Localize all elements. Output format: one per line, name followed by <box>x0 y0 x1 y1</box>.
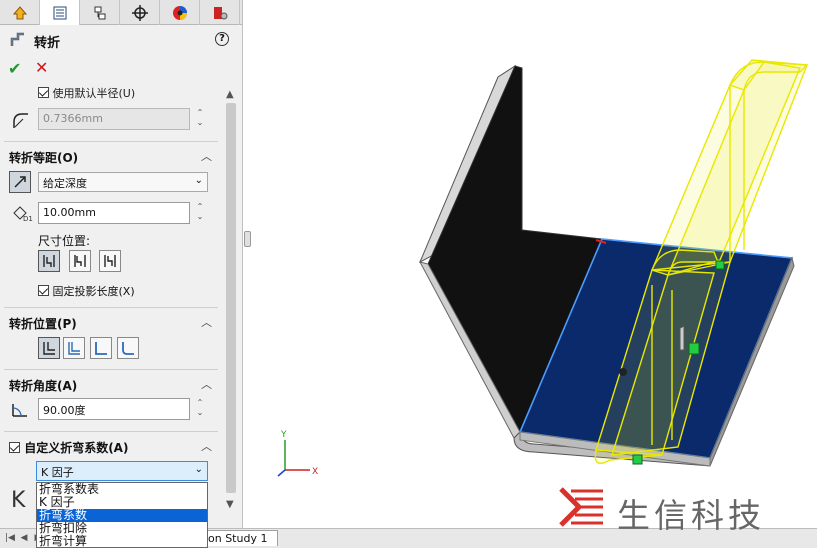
origin-point-icon <box>619 368 627 376</box>
custom-bend-allowance-checkbox[interactable] <box>9 442 20 453</box>
property-manager: 转折 ? ✔ ✕ ▲ ▼ 使用默认半径(U) 0.7366mm ⌃ ⌄ 转折等距(… <box>0 0 243 548</box>
reverse-direction-icon <box>14 176 26 188</box>
dim-inside-icon <box>74 255 86 267</box>
fix-projected-length-label: 固定投影长度(X) <box>52 285 135 298</box>
feature-manager-icon <box>12 5 27 19</box>
display-manager-icon <box>172 5 187 20</box>
panel-header: 转折 ? ✔ ✕ <box>0 25 242 83</box>
distance-spinner[interactable]: ⌃ ⌄ <box>194 202 206 224</box>
cancel-button[interactable]: ✕ <box>35 58 48 77</box>
collapse-chevron-icon[interactable]: ︿ <box>201 376 212 392</box>
svg-text:D1: D1 <box>23 215 33 223</box>
bend-centerline-icon <box>43 342 55 355</box>
dim-outside-offset-button[interactable] <box>38 250 60 272</box>
chevron-down-icon: ⌄ <box>194 175 203 186</box>
direction-arrow-icon[interactable] <box>679 325 685 351</box>
divider <box>4 431 218 432</box>
use-default-radius-checkbox[interactable] <box>38 87 49 98</box>
material-outside-icon <box>95 342 107 355</box>
jog-angle-icon <box>12 404 27 417</box>
k-factor-symbol: K <box>11 488 26 513</box>
bend-allowance-type-value: K 因子 <box>41 466 74 479</box>
jog-angle-section-title[interactable]: 转折角度(A) <box>9 377 77 394</box>
jog-offset-section-title[interactable]: 转折等距(O) <box>9 149 78 166</box>
bend-radius-icon <box>13 113 28 128</box>
tab-configuration-manager[interactable] <box>80 0 120 25</box>
scroll-thumb[interactable] <box>226 103 236 493</box>
tab-appearance[interactable] <box>200 0 240 25</box>
jog-feature-icon <box>10 32 24 46</box>
dim-outside-icon <box>43 255 55 267</box>
bend-radius-field[interactable]: 0.7366mm <box>38 108 190 130</box>
configuration-manager-icon <box>94 6 105 19</box>
drag-handle-icon[interactable] <box>688 342 700 355</box>
end-condition-value: 给定深度 <box>43 177 87 190</box>
appearance-icon <box>213 6 227 19</box>
material-outside-button[interactable] <box>90 337 112 359</box>
tab-display-manager[interactable] <box>160 0 200 25</box>
graphics-area[interactable]: Y X <box>252 0 817 548</box>
collapse-chevron-icon[interactable]: ︿ <box>201 438 212 454</box>
manager-tabs <box>0 0 242 26</box>
watermark: 生信科技 <box>557 483 817 535</box>
panel-title: 转折 <box>34 36 61 51</box>
reverse-direction-button[interactable] <box>9 171 31 193</box>
divider <box>4 307 218 308</box>
panel-scrollbar[interactable]: ▲ ▼ <box>223 83 239 513</box>
first-tab-icon[interactable]: |◀ <box>4 531 16 545</box>
jog-angle-field[interactable]: 90.00度 <box>38 398 190 420</box>
splitter-grip-icon[interactable] <box>244 231 251 247</box>
scroll-down-icon[interactable]: ▼ <box>226 499 234 510</box>
bend-allowance-type-select[interactable]: K 因子 ⌄ <box>36 461 208 481</box>
collapse-chevron-icon[interactable]: ︿ <box>201 314 212 330</box>
angle-spinner[interactable]: ⌃ ⌄ <box>194 398 206 420</box>
offset-distance-field[interactable]: 10.00mm <box>38 202 190 224</box>
bend-outside-icon <box>122 342 134 355</box>
watermark-logo-icon <box>559 487 603 527</box>
panel-splitter[interactable] <box>242 0 252 548</box>
bend-outside-button[interactable] <box>117 337 139 359</box>
dimxpert-icon <box>131 4 148 21</box>
tab-motion-study[interactable]: on Study 1 <box>203 530 279 546</box>
prev-tab-icon[interactable]: ◀ <box>18 531 30 545</box>
custom-bend-allowance-row[interactable]: 自定义折弯系数(A) <box>9 439 128 456</box>
fix-projected-length-row[interactable]: 固定投影长度(X) <box>38 283 135 299</box>
use-default-radius-label: 使用默认半径(U) <box>52 87 136 100</box>
divider <box>4 141 218 142</box>
material-inside-icon <box>68 342 80 355</box>
jog-position-section-title[interactable]: 转折位置(P) <box>9 315 77 332</box>
drag-handle-icon[interactable] <box>715 260 725 270</box>
model-view[interactable]: Y X <box>252 0 817 548</box>
dimension-position-label: 尺寸位置: <box>38 234 91 248</box>
divider <box>4 369 218 370</box>
fix-projected-length-checkbox[interactable] <box>38 285 49 296</box>
ok-button[interactable]: ✔ <box>8 59 21 78</box>
drag-handle-icon[interactable] <box>632 454 643 465</box>
triad-x-label: X <box>312 467 318 477</box>
watermark-text: 生信科技 <box>617 496 765 535</box>
tab-dimxpert[interactable] <box>120 0 160 25</box>
dim-overall-icon <box>104 255 116 267</box>
triad-y-label: Y <box>280 430 287 440</box>
dim-inside-offset-button[interactable] <box>69 250 91 272</box>
material-inside-button[interactable] <box>63 337 85 359</box>
end-condition-select[interactable]: 给定深度 ⌄ <box>38 172 208 192</box>
property-manager-icon <box>53 6 66 20</box>
tab-feature-manager[interactable] <box>0 0 40 25</box>
tab-property-manager[interactable] <box>40 0 80 26</box>
coordinate-triad: Y X <box>277 430 318 477</box>
custom-bend-allowance-title: 自定义折弯系数(A) <box>24 441 129 455</box>
dim-overall-button[interactable] <box>99 250 121 272</box>
chevron-down-icon: ⌄ <box>194 464 203 475</box>
offset-distance-icon: D1 <box>13 206 33 223</box>
use-default-radius-row[interactable]: 使用默认半径(U) <box>38 85 135 101</box>
help-icon[interactable]: ? <box>215 32 229 46</box>
bend-centerline-button[interactable] <box>38 337 60 359</box>
bend-allowance-dropdown[interactable]: 折弯系数表 K 因子 折弯系数 折弯扣除 折弯计算 <box>36 482 208 548</box>
scroll-up-icon[interactable]: ▲ <box>226 89 234 100</box>
radius-spinner[interactable]: ⌃ ⌄ <box>194 108 206 130</box>
dropdown-option[interactable]: 折弯计算 <box>37 535 207 548</box>
collapse-chevron-icon[interactable]: ︿ <box>201 148 212 164</box>
